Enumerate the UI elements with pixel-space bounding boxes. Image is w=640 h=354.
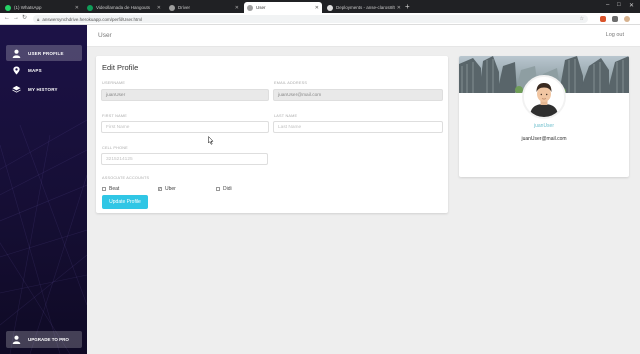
sidebar-item-my-history[interactable]: MY HISTORY xyxy=(6,81,82,97)
checkbox[interactable] xyxy=(102,187,106,191)
back-icon[interactable]: ← xyxy=(4,15,10,22)
card-title: Edit Profile xyxy=(102,63,139,72)
cell-phone-field[interactable]: 3215214125 xyxy=(101,153,268,165)
edit-profile-card: Edit Profile USERNAME juanUser EMAIL ADD… xyxy=(96,56,448,213)
sidebar-item-maps[interactable]: MAPS xyxy=(6,62,82,78)
email-field[interactable]: juanUser@mail.com xyxy=(273,89,443,101)
profile-email: juanUser@mail.com xyxy=(521,136,567,142)
username-label: USERNAME xyxy=(102,81,126,85)
update-profile-button[interactable]: Update Profile xyxy=(102,195,148,209)
globe-icon xyxy=(247,4,253,11)
new-tab-button[interactable]: + xyxy=(405,3,410,11)
logout-link[interactable]: Log out xyxy=(606,32,624,38)
whatsapp-icon xyxy=(5,4,11,11)
email-label: EMAIL ADDRESS xyxy=(274,81,308,85)
globe-icon xyxy=(169,4,175,11)
account-checkbox-beat[interactable]: Beat xyxy=(102,186,119,192)
first-name-field[interactable]: First Name xyxy=(101,121,269,133)
forward-icon[interactable]: → xyxy=(13,15,19,22)
lock-icon: 🔒︎ xyxy=(37,16,40,22)
layers-icon xyxy=(11,84,21,94)
browser-tab-deployments[interactable]: Deployments - anse-claros8/5pro ✕ xyxy=(324,2,404,13)
browser-tab-bar: (1) WhatsApp ✕ Videollamada de Hangouts … xyxy=(0,0,640,13)
reload-icon[interactable]: ↻ xyxy=(22,15,27,22)
sidebar: USER PROFILE MAPS MY HISTORY UPGRADE TO … xyxy=(0,25,87,354)
upgrade-to-pro-button[interactable]: UPGRADE TO PRO xyxy=(6,331,82,348)
checkbox[interactable] xyxy=(216,187,220,191)
user-icon xyxy=(11,335,21,345)
hangouts-icon xyxy=(87,4,93,11)
last-name-label: LAST NAME xyxy=(274,114,298,118)
cell-phone-label: CELL PHONE xyxy=(102,146,128,150)
bookmark-star-icon[interactable]: ☆ xyxy=(580,16,584,22)
close-icon[interactable]: ✕ xyxy=(157,5,161,11)
close-icon[interactable]: ✕ xyxy=(397,5,401,11)
maximize-icon[interactable]: □ xyxy=(617,2,621,8)
associate-accounts-label: ASSOCIATE ACCOUNTS xyxy=(102,176,150,180)
browser-tab-hangouts[interactable]: Videollamada de Hangouts ✕ xyxy=(84,2,164,13)
first-name-label: FIRST NAME xyxy=(102,114,127,118)
account-checkbox-uber[interactable]: ✓ Uber xyxy=(158,186,176,192)
brave-shield-icon[interactable] xyxy=(600,16,606,22)
close-icon[interactable]: ✕ xyxy=(235,5,239,11)
github-icon xyxy=(327,4,333,11)
close-icon[interactable]: ✕ xyxy=(75,5,79,11)
extension-icon[interactable] xyxy=(612,16,618,22)
page-title: User xyxy=(98,32,112,39)
address-bar: ← → ↻ 🔒︎ answersynchdrive.herokuapp.com/… xyxy=(0,13,640,25)
top-navbar: User Log out xyxy=(87,25,640,47)
close-window-icon[interactable]: ✕ xyxy=(629,2,634,9)
browser-tab-driver[interactable]: Driver ✕ xyxy=(166,2,242,13)
profile-username: juanUser xyxy=(533,123,554,129)
sidebar-item-user-profile[interactable]: USER PROFILE xyxy=(6,45,82,61)
browser-tab-user[interactable]: User ✕ xyxy=(244,2,322,13)
minimize-icon[interactable]: – xyxy=(606,2,609,8)
close-icon[interactable]: ✕ xyxy=(315,5,319,11)
map-pin-icon xyxy=(11,65,21,75)
profile-card: juanUser juanUser@mail.com xyxy=(459,56,629,177)
checkbox-checked[interactable]: ✓ xyxy=(158,187,162,191)
avatar xyxy=(522,75,566,119)
mouse-cursor-icon xyxy=(208,136,214,145)
profile-avatar-icon[interactable] xyxy=(624,16,630,22)
browser-tab-whatsapp[interactable]: (1) WhatsApp ✕ xyxy=(2,2,82,13)
url-input[interactable]: 🔒︎ answersynchdrive.herokuapp.com/perfil… xyxy=(33,15,588,23)
account-checkbox-didi[interactable]: Didi xyxy=(216,186,232,192)
user-icon xyxy=(11,48,21,58)
last-name-field[interactable]: Last Name xyxy=(273,121,443,133)
username-field[interactable]: juanUser xyxy=(101,89,269,101)
